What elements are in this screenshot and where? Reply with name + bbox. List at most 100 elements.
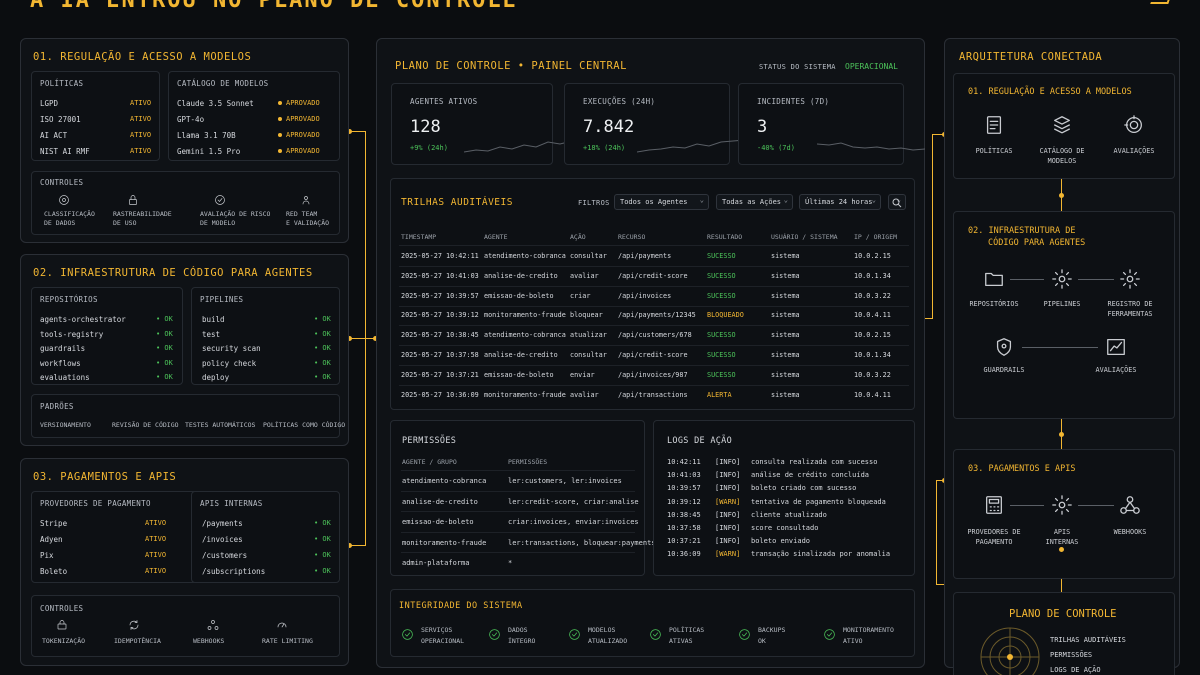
table-row[interactable]: 2025-05-27 10:42:11 atendimento-cobranca c… (391, 248, 915, 267)
rate-limit-icon (276, 619, 288, 631)
repos-name: workflows (40, 358, 81, 368)
link-line (1078, 279, 1114, 280)
integrity-label: MONITORAMENTO (843, 626, 894, 634)
table-cell: monitoramento-fraude (484, 311, 566, 320)
control-plane-item: TRILHAS AUDITÁVEIS (1050, 636, 1126, 644)
infra-title: 02. INFRAESTRUTURA DE CÓDIGO PARA AGENTE… (33, 267, 313, 279)
log-time: 10:36:09 (667, 550, 701, 559)
provider-status: ATIVO (145, 535, 167, 543)
model-status: APROVADO (286, 99, 320, 107)
column-header: TIMESTAMP (401, 233, 437, 241)
table-row[interactable]: 2025-05-27 10:39:57 emissao-de-boleto cria… (391, 288, 915, 307)
table-cell: ALERTA (707, 390, 732, 399)
table-cell: consultar (570, 351, 607, 359)
table-cell: sistema (771, 351, 800, 359)
table-row[interactable]: 2025-05-27 10:37:21 emissao-de-boleto envi… (391, 367, 915, 386)
integrity-label: ATIVO (843, 637, 863, 645)
internal-apis-icon (1051, 494, 1073, 516)
perm-agent: monitoramento-fraude (402, 538, 487, 547)
log-level: [WARN] (715, 550, 741, 559)
api-name: /invoices (202, 535, 243, 544)
arch-regulation-box: 01. REGULAÇÃO E ACESSO A MODELOS POLÍTIC… (953, 73, 1175, 179)
table-cell: sistema (771, 331, 800, 340)
provider-name: Boleto (40, 567, 68, 576)
log-message: boleto enviado (751, 537, 811, 546)
architecture-title: ARQUITETURA CONECTADA (959, 51, 1103, 63)
arch-label: REGISTRO DE (1107, 300, 1153, 308)
pipes-status: • OK (314, 373, 331, 381)
arch-label: MODELOS (1047, 157, 1077, 165)
pipelines-title: PIPELINES (200, 295, 244, 304)
table-cell: /api/credit-score (618, 351, 688, 359)
api-name: /customers (202, 551, 248, 560)
pipes-status: • OK (314, 358, 331, 367)
log-time: 10:42:11 (667, 458, 701, 466)
integrity-label: OPERACIONAL (421, 637, 465, 645)
search-button[interactable] (888, 194, 906, 210)
control-icon (127, 194, 139, 206)
table-cell: sistema (771, 252, 800, 260)
table-cell: 10.0.4.11 (854, 311, 891, 320)
table-row[interactable]: 2025-05-27 10:41:03 analise-de-credito ava… (391, 268, 915, 287)
kpi-sparkline (637, 139, 746, 153)
perm-header: AGENTE / GRUPO (402, 458, 457, 466)
table-cell: atendimento-cobranca (484, 331, 566, 340)
kpi-label: AGENTES ATIVOS (410, 97, 478, 106)
agent-filter-select[interactable]: Todos os Agentes (614, 194, 709, 210)
controls-box: CONTROLES CLASSIFICAÇÃO DE DADOS RASTREABI… (31, 171, 340, 235)
row-divider (401, 552, 635, 553)
arch-reg-title: 01. REGULAÇÃO E ACESSO A MODELOS (968, 87, 1132, 97)
table-row[interactable]: 2025-05-27 10:36:09 monitoramento-fraude a… (391, 387, 915, 406)
table-cell: 10.0.2.15 (854, 252, 891, 260)
repos-status: • OK (156, 329, 173, 338)
provider-status: ATIVO (145, 551, 167, 559)
standards-box: PADRÕES VERSIONAMENTO REVISÃO DE CÓDIGO TE… (31, 394, 345, 438)
model-name: Claude 3.5 Sonnet (177, 99, 254, 108)
perm-header: PERMISSÕES (508, 458, 548, 466)
payment-controls-box: CONTROLES TOKENIZAÇÃO IDEMPOTÊNCIA WEBHOOK… (31, 595, 340, 657)
repos-name: agents-orchestrator (40, 315, 126, 324)
table-cell: 10.0.3.22 (854, 291, 891, 300)
payment-control-label: TOKENIZAÇÃO (42, 637, 86, 645)
arch-infra-title-2: CÓDIGO PARA AGENTES (988, 238, 1086, 248)
log-message: boleto criado com sucesso (751, 484, 857, 493)
column-header: AGENTE (484, 233, 508, 241)
system-integrity-box: INTEGRIDADE DO SISTEMA SERVIÇOS OPERACION… (390, 589, 915, 657)
table-row[interactable]: 2025-05-27 10:39:12 monitoramento-fraude b… (391, 307, 915, 326)
table-cell: sistema (771, 271, 800, 280)
time-filter-select[interactable]: Últimas 24 horas (799, 194, 881, 210)
payments-panel: 03. PAGAMENTOS E APIS PROVEDORES DE PAGA… (20, 458, 349, 666)
integrity-label: POLÍTICAS (669, 626, 705, 634)
policy-status: ATIVO (130, 115, 152, 123)
kpi-delta: -40% (7d) (757, 144, 795, 152)
table-cell: 10.0.1.34 (854, 271, 891, 280)
control-label: AVALIAÇÃO DE RISCO (200, 210, 271, 218)
webhooks-icon (207, 619, 219, 631)
action-logs-title: LOGS DE AÇÃO (667, 436, 733, 446)
action-filter-select[interactable]: Todas as Ações (716, 194, 793, 210)
guardrails-icon (993, 336, 1015, 358)
table-row[interactable]: 2025-05-27 10:37:58 analise-de-credito con… (391, 347, 915, 366)
log-time: 10:37:21 (667, 537, 701, 546)
table-cell: criar (570, 291, 591, 300)
filters-label: FILTROS (578, 199, 610, 207)
policy-name: LGPD (40, 99, 59, 108)
standards-title: PADRÕES (40, 402, 74, 411)
log-time: 10:39:57 (667, 484, 701, 493)
check-icon (568, 628, 581, 641)
row-divider (401, 470, 635, 471)
connector (936, 480, 937, 584)
control-icon (58, 194, 70, 206)
api-name: /subscriptions (202, 567, 266, 576)
kpi-card: EXECUÇÕES (24H) 7.842 +18% (24h) (564, 83, 746, 165)
perm-agent: admin-plataforma (402, 559, 470, 567)
connector (1061, 579, 1062, 592)
repos-name: evaluations (40, 373, 90, 382)
table-row[interactable]: 2025-05-27 10:38:45 atendimento-cobranca a… (391, 327, 915, 346)
kpi-card: INCIDENTES (7D) 3 -40% (7d) (738, 83, 926, 165)
model-status: APROVADO (286, 147, 320, 155)
internal-apis-box: APIS INTERNAS /payments • OK/invoices • OK… (191, 491, 340, 583)
control-label: RASTREABILIDADE (113, 210, 172, 218)
evaluations-chart-icon (1105, 336, 1127, 358)
policy-status: ATIVO (130, 147, 152, 155)
